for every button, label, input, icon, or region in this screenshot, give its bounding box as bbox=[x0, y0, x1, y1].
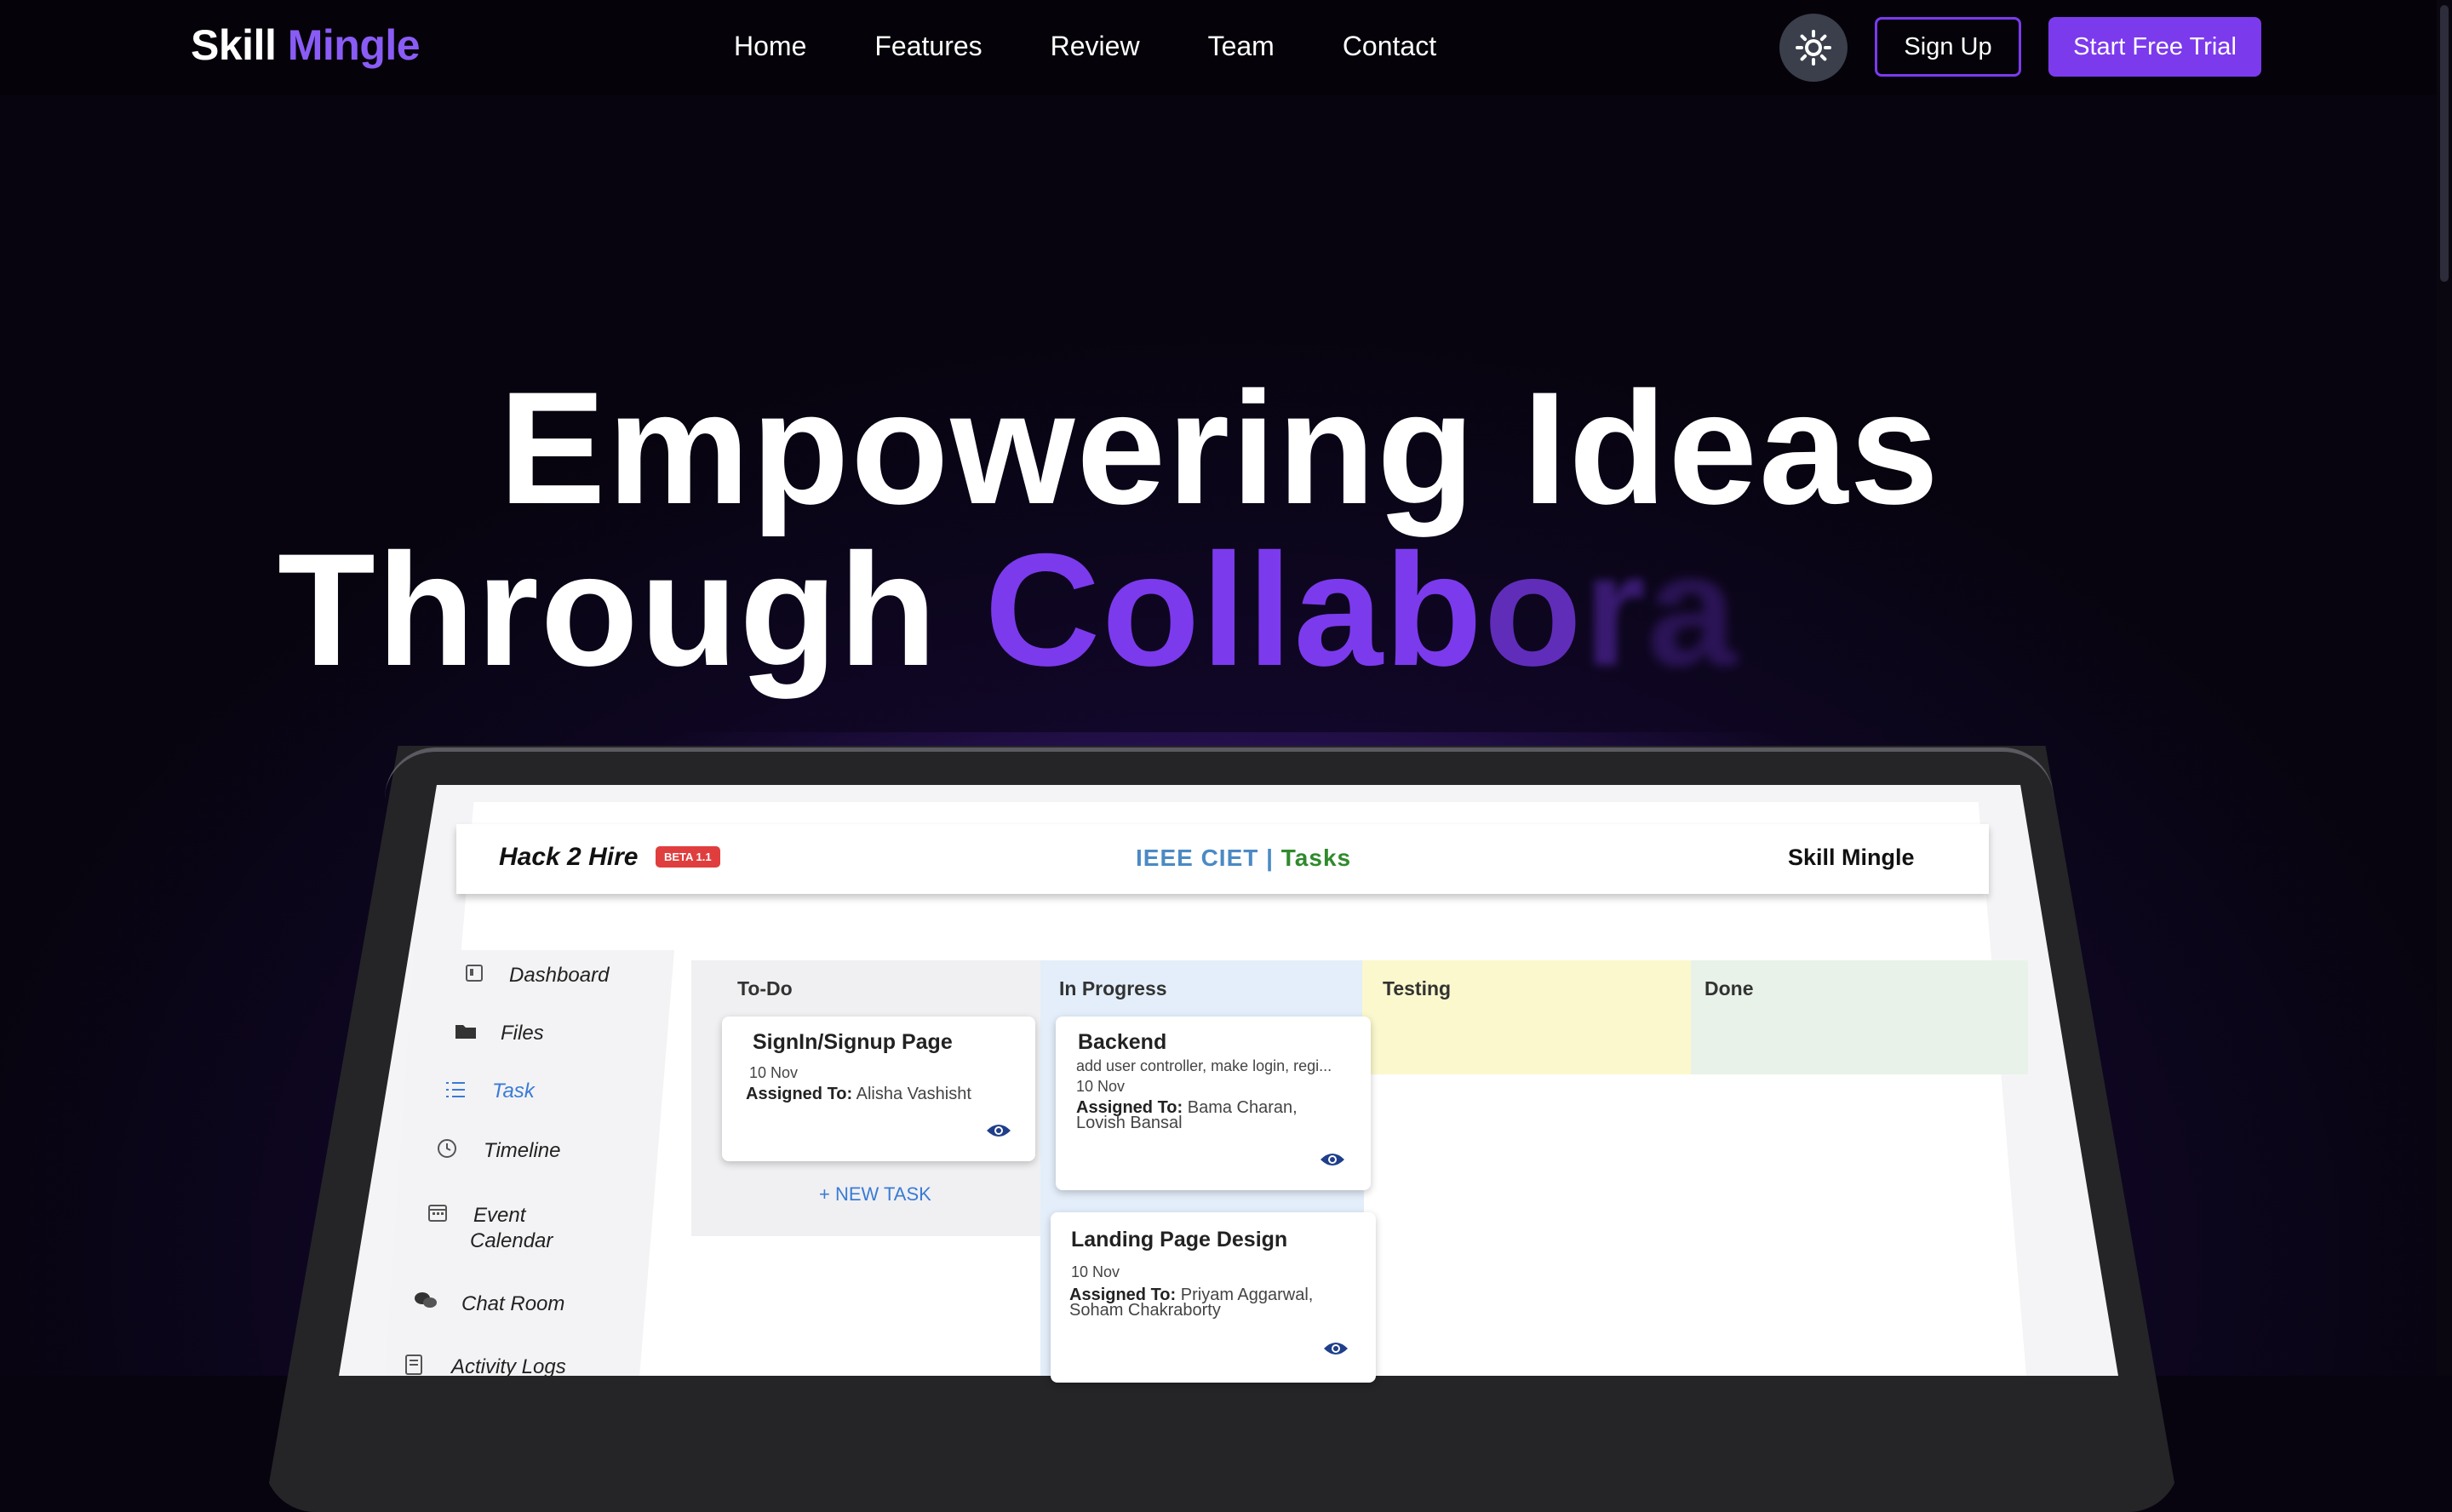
assigned-label: Assigned To: bbox=[746, 1085, 853, 1103]
task-card-title: Landing Page Design bbox=[1071, 1228, 1288, 1251]
hero-typed-word: Collabora bbox=[984, 520, 1738, 699]
task-card-date: 10 Nov bbox=[1071, 1263, 1120, 1280]
task-card-date: 10 Nov bbox=[749, 1064, 799, 1081]
assignee-names: Bama Charan, bbox=[1187, 1098, 1298, 1117]
assignee-names: Alisha Vashisht bbox=[856, 1085, 971, 1103]
task-card-description: add user controller, make login, regi... bbox=[1076, 1057, 1332, 1074]
start-free-trial-button[interactable]: Start Free Trial bbox=[2048, 17, 2261, 77]
sidebar-label-task: Task bbox=[492, 1080, 535, 1102]
nav-link-team[interactable]: Team bbox=[1208, 31, 1275, 62]
logo-text-mingle: Mingle bbox=[287, 21, 421, 69]
calendar-icon bbox=[427, 1202, 448, 1228]
task-card-title: Backend bbox=[1078, 1030, 1167, 1054]
sign-up-button[interactable]: Sign Up bbox=[1875, 17, 2021, 77]
nav-link-contact[interactable]: Contact bbox=[1343, 31, 1436, 62]
task-card-title: SignIn/Signup Page bbox=[753, 1030, 953, 1054]
clock-icon bbox=[436, 1137, 458, 1165]
sidebar-label-timeline: Timeline bbox=[484, 1139, 561, 1162]
typed-fade-1: o bbox=[1483, 520, 1584, 699]
sidebar-label-chat-room: Chat Room bbox=[461, 1292, 565, 1315]
sun-icon bbox=[1796, 30, 1831, 66]
task-list-icon bbox=[444, 1080, 467, 1105]
section-name: Tasks bbox=[1280, 845, 1352, 871]
sidebar-label-event: Event bbox=[473, 1204, 526, 1227]
task-card-assignee: Assigned To: Bama Charan, Lovish Bansal bbox=[1076, 1098, 1332, 1132]
app-brand-skillmingle: Skill Mingle bbox=[1788, 845, 1915, 870]
typed-solid: Collab bbox=[984, 520, 1484, 699]
sidebar-label-files: Files bbox=[501, 1022, 544, 1045]
assignee-names-2: Lovish Bansal bbox=[1076, 1114, 1183, 1132]
sidebar-label-calendar: Calendar bbox=[470, 1229, 553, 1252]
column-title-todo: To-Do bbox=[737, 977, 793, 999]
task-card-assignee: Assigned To: Priyam Aggarwal, Soham Chakr… bbox=[1069, 1286, 1325, 1320]
theme-toggle-button[interactable] bbox=[1779, 14, 1848, 82]
nav-menu: Home Features Review Team Contact bbox=[734, 31, 1436, 62]
task-card-date: 10 Nov bbox=[1076, 1078, 1126, 1095]
column-title-done: Done bbox=[1704, 977, 1754, 999]
hero-headline-prefix: Through bbox=[278, 520, 939, 699]
top-navbar: Skill Mingle Home Features Review Team C… bbox=[0, 0, 2452, 95]
typed-fade-2: r bbox=[1583, 520, 1647, 699]
hero-headline-line1: Empowering Ideas bbox=[499, 358, 1941, 537]
nav-link-home[interactable]: Home bbox=[734, 31, 806, 62]
dashboard-icon bbox=[465, 964, 484, 988]
typed-fade-3: a bbox=[1647, 520, 1739, 699]
column-title-testing: Testing bbox=[1383, 977, 1452, 999]
app-page-title: IEEE CIET | Tasks bbox=[1136, 845, 1351, 872]
title-separator: | bbox=[1266, 845, 1274, 871]
folder-icon bbox=[455, 1022, 477, 1045]
page-scrollbar-thumb[interactable] bbox=[2440, 5, 2449, 282]
logs-icon bbox=[404, 1354, 424, 1381]
logo-text-skill: Skill bbox=[191, 21, 277, 69]
view-eye-icon[interactable] bbox=[1323, 1340, 1349, 1357]
chat-icon bbox=[414, 1291, 438, 1316]
assignee-names-2: Soham Chakraborty bbox=[1069, 1301, 1221, 1320]
nav-link-features[interactable]: Features bbox=[874, 31, 982, 62]
beta-badge: BETA 1.1 bbox=[656, 846, 720, 868]
view-eye-icon[interactable] bbox=[986, 1122, 1011, 1139]
view-eye-icon[interactable] bbox=[1320, 1151, 1345, 1168]
column-title-in-progress: In Progress bbox=[1059, 977, 1167, 999]
hero-headline-line2: Through Collabora bbox=[278, 530, 1738, 690]
site-logo[interactable]: Skill Mingle bbox=[191, 20, 421, 70]
new-task-button[interactable]: + NEW TASK bbox=[819, 1183, 931, 1206]
org-name: IEEE CIET bbox=[1136, 845, 1259, 871]
app-brand-hack2hire: Hack 2 Hire bbox=[499, 843, 639, 871]
sidebar-label-dashboard: Dashboard bbox=[509, 964, 610, 987]
nav-link-review[interactable]: Review bbox=[1051, 31, 1140, 62]
task-card-assignee: Assigned To: Alisha Vashisht bbox=[746, 1085, 1001, 1103]
